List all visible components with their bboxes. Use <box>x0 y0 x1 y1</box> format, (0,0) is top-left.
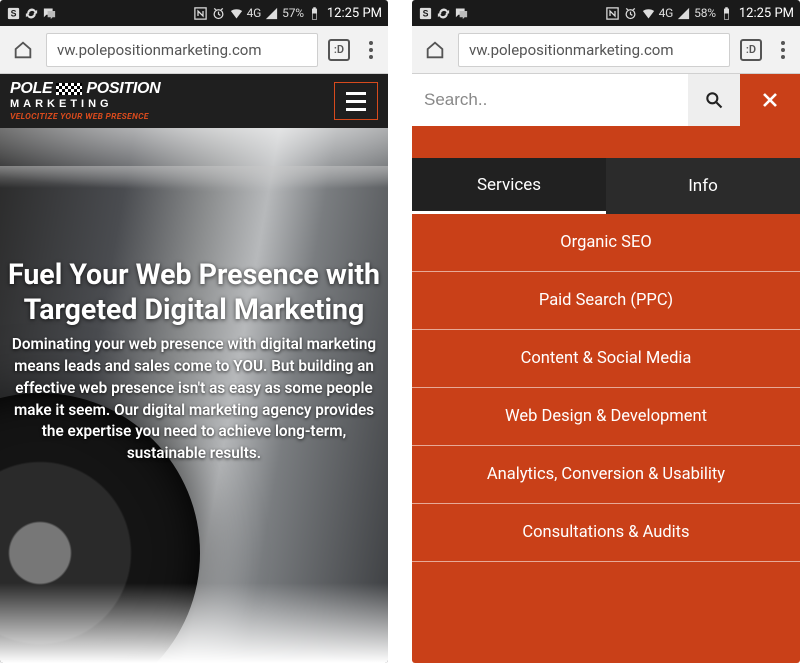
menu-bottom-fill <box>412 562 800 663</box>
nav-menu-button[interactable] <box>334 82 378 120</box>
chrome-url-bar: vw.polepositionmarketing.com :D <box>412 26 800 74</box>
site-header: POLE POSITION MARKETING VELOCITIZE YOUR … <box>0 74 388 128</box>
home-icon <box>12 39 34 61</box>
hamburger-icon <box>346 92 366 95</box>
sync-icon <box>24 6 39 21</box>
chrome-url-bar: vw.polepositionmarketing.com :D <box>0 26 388 74</box>
alarm-icon <box>623 6 638 21</box>
hero-headline: Fuel Your Web Presence with Targeted Dig… <box>4 258 384 328</box>
logo-word-position: POSITION <box>86 81 160 97</box>
hero-body: Dominating your web presence with digita… <box>8 334 380 465</box>
phone-left: S 4G 57% 12:25 PM vw.polepositionmarketi… <box>0 0 388 663</box>
menu-item-analytics[interactable]: Analytics, Conversion & Usability <box>412 446 800 504</box>
tabs-button[interactable]: :D <box>740 39 762 61</box>
alarm-icon <box>211 6 226 21</box>
wifi-icon <box>229 6 244 21</box>
android-status-bar: S 4G 58% 12:25 PM <box>412 0 800 26</box>
services-menu: Organic SEO Paid Search (PPC) Content & … <box>412 214 800 562</box>
network-label: 4G <box>659 6 674 20</box>
chrome-menu-button[interactable] <box>360 41 382 59</box>
app-icon: S <box>6 6 21 21</box>
app-icon: S <box>418 6 433 21</box>
chrome-menu-button[interactable] <box>772 41 794 59</box>
menu-item-paid-search[interactable]: Paid Search (PPC) <box>412 272 800 330</box>
menu-item-consultations[interactable]: Consultations & Audits <box>412 504 800 562</box>
network-label: 4G <box>247 6 262 20</box>
menu-search-row <box>412 74 800 126</box>
nfc-icon <box>193 6 208 21</box>
logo-word-pole: POLE <box>10 81 52 97</box>
home-icon <box>424 39 446 61</box>
site-logo[interactable]: POLE POSITION MARKETING VELOCITIZE YOUR … <box>10 81 160 122</box>
home-button[interactable] <box>6 33 40 67</box>
signal-icon <box>264 6 279 21</box>
status-clock: 12:25 PM <box>327 6 382 21</box>
nfc-icon <box>605 6 620 21</box>
logo-tagline: VELOCITIZE YOUR WEB PRESENCE <box>10 113 160 122</box>
battery-icon <box>307 6 322 21</box>
menu-item-organic-seo[interactable]: Organic SEO <box>412 214 800 272</box>
menu-item-content-social[interactable]: Content & Social Media <box>412 330 800 388</box>
sync-icon <box>436 6 451 21</box>
status-clock: 12:25 PM <box>739 6 794 21</box>
menu-close-button[interactable] <box>740 74 800 126</box>
url-input[interactable]: vw.polepositionmarketing.com <box>46 33 318 67</box>
menu-tabs: Services Info <box>412 158 800 214</box>
menu-spacer <box>412 126 800 158</box>
android-status-bar: S 4G 57% 12:25 PM <box>0 0 388 26</box>
close-icon <box>761 91 779 109</box>
battery-icon <box>719 6 734 21</box>
battery-percent: 57% <box>282 6 304 20</box>
tabs-button[interactable]: :D <box>328 39 350 61</box>
checkered-flag-icon <box>56 83 82 95</box>
svg-text:S: S <box>423 8 429 18</box>
signal-icon <box>676 6 691 21</box>
url-input[interactable]: vw.polepositionmarketing.com <box>458 33 730 67</box>
menu-search-input[interactable] <box>412 74 688 126</box>
tab-services[interactable]: Services <box>412 158 606 214</box>
logo-line-marketing: MARKETING <box>10 99 160 110</box>
phone-right: S 4G 58% 12:25 PM vw.polepositionmarketi… <box>412 0 800 663</box>
messages-icon <box>42 6 57 21</box>
menu-search-button[interactable] <box>688 74 740 126</box>
battery-percent: 58% <box>694 6 716 20</box>
hero-section: Fuel Your Web Presence with Targeted Dig… <box>0 128 388 663</box>
svg-text:S: S <box>11 8 17 18</box>
tab-info[interactable]: Info <box>606 158 800 214</box>
search-icon <box>704 90 724 110</box>
menu-item-web-design[interactable]: Web Design & Development <box>412 388 800 446</box>
wifi-icon <box>641 6 656 21</box>
home-button[interactable] <box>418 33 452 67</box>
messages-icon <box>454 6 469 21</box>
hero-bottom-fade <box>0 583 388 663</box>
